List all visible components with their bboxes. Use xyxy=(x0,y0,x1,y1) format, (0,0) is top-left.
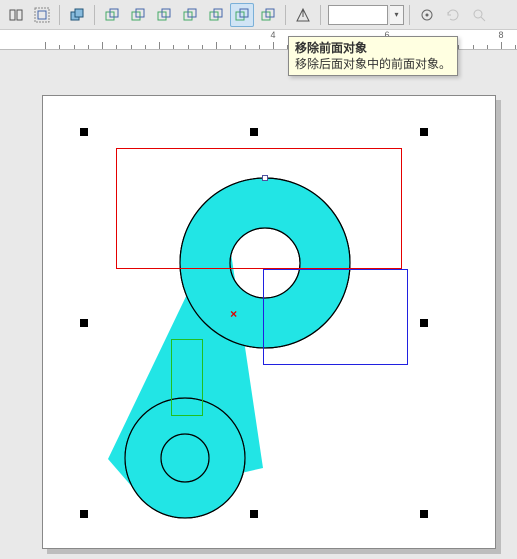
selection-rect-green xyxy=(171,339,203,416)
toolbar: ▾ xyxy=(0,0,517,30)
combine-icon[interactable] xyxy=(65,3,89,27)
front-minus-back-icon[interactable] xyxy=(204,3,228,27)
trim-icon[interactable] xyxy=(126,3,150,27)
pen-tool-icon[interactable] xyxy=(291,3,315,27)
fill-swatch[interactable] xyxy=(328,5,388,25)
tooltip: 移除前面对象 移除后面对象中的前面对象。 xyxy=(288,36,458,76)
selection-handle[interactable] xyxy=(420,510,428,518)
canvas-area[interactable]: × xyxy=(0,50,517,559)
tooltip-desc: 移除后面对象中的前面对象。 xyxy=(295,56,451,72)
toolbar-separator xyxy=(409,5,410,25)
simplify-icon[interactable] xyxy=(178,3,202,27)
boundary-icon[interactable] xyxy=(256,3,280,27)
weld-icon[interactable] xyxy=(100,3,124,27)
tooltip-title: 移除前面对象 xyxy=(295,40,451,56)
toolbar-separator xyxy=(94,5,95,25)
ruler-label: 8 xyxy=(498,30,503,40)
selection-rect-red xyxy=(116,148,402,268)
selection-handle[interactable] xyxy=(420,128,428,136)
selection-handle[interactable] xyxy=(250,510,258,518)
intersect-icon[interactable] xyxy=(152,3,176,27)
selection-rect-blue xyxy=(263,269,408,366)
node-point[interactable] xyxy=(262,175,268,181)
selection-handle[interactable] xyxy=(250,128,258,136)
ruler-label: 4 xyxy=(270,30,275,40)
snap-icon[interactable] xyxy=(415,3,439,27)
toolbar-separator xyxy=(320,5,321,25)
fill-dropdown-icon[interactable]: ▾ xyxy=(390,5,404,25)
align-distribute-icon[interactable] xyxy=(4,3,28,27)
toolbar-separator xyxy=(285,5,286,25)
zoom-icon xyxy=(467,3,491,27)
selection-handle[interactable] xyxy=(420,319,428,327)
selection-handle[interactable] xyxy=(80,510,88,518)
selection-handle[interactable] xyxy=(80,128,88,136)
page[interactable]: × xyxy=(42,95,496,549)
refresh-icon xyxy=(441,3,465,27)
toolbar-separator xyxy=(59,5,60,25)
back-minus-front-icon[interactable] xyxy=(230,3,254,27)
group-icon[interactable] xyxy=(30,3,54,27)
selection-handle[interactable] xyxy=(80,319,88,327)
